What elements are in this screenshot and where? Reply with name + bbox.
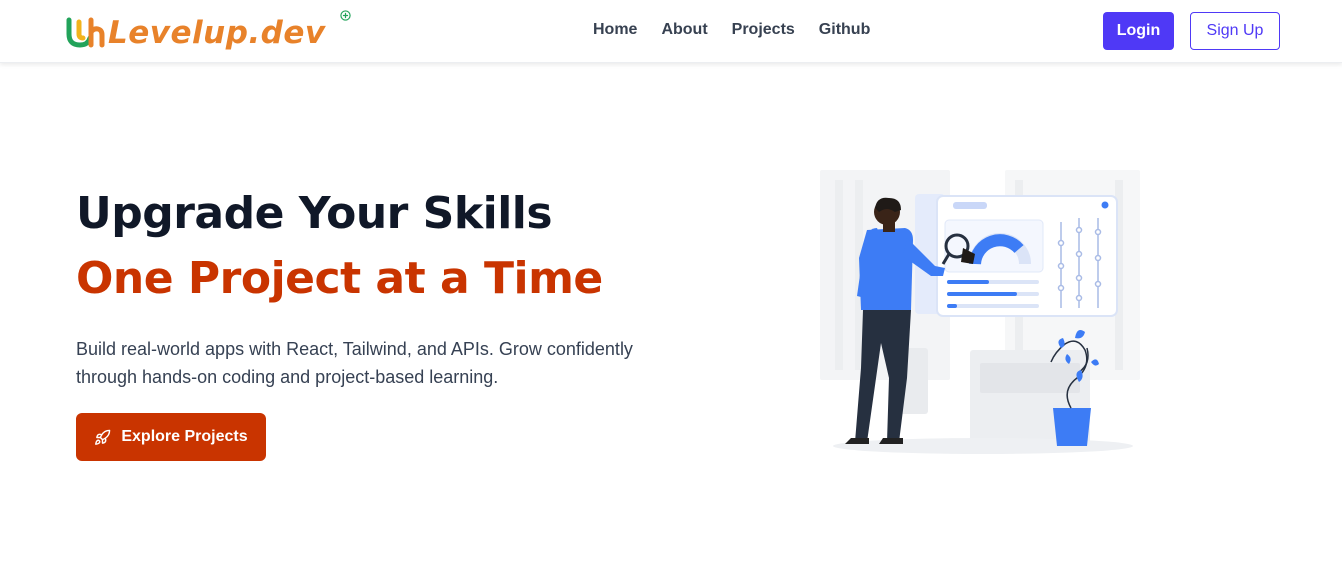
explore-projects-label: Explore Projects: [121, 428, 248, 445]
dashboard-card: [915, 194, 1118, 317]
hero-subtitle: One Project at a Time: [76, 253, 603, 304]
nav-link-home[interactable]: Home: [593, 21, 637, 39]
nav-link-projects[interactable]: Projects: [732, 21, 795, 39]
brand-name: Levelup.dev: [108, 15, 326, 51]
hero-description: Build real-world apps with React, Tailwi…: [76, 339, 633, 387]
navbar: Levelup.dev Home About Projects Github L…: [0, 0, 1342, 63]
nav-link-about[interactable]: About: [661, 21, 707, 39]
nav-links: Home About Projects Github: [593, 21, 894, 39]
hero-illustration: [820, 170, 1140, 454]
login-button[interactable]: Login: [1103, 12, 1174, 50]
brand-logo[interactable]: Levelup.dev: [66, 10, 351, 52]
explore-projects-button[interactable]: Explore Projects: [76, 413, 266, 461]
plus-circle-icon: [340, 10, 351, 21]
floor-shadow: [833, 438, 1133, 454]
levelup-logo-icon: [66, 17, 105, 48]
hero-title: Upgrade Your Skills: [76, 188, 553, 239]
nav-link-github[interactable]: Github: [819, 21, 871, 39]
signup-button[interactable]: Sign Up: [1190, 12, 1280, 50]
rocket-icon: [95, 429, 111, 445]
